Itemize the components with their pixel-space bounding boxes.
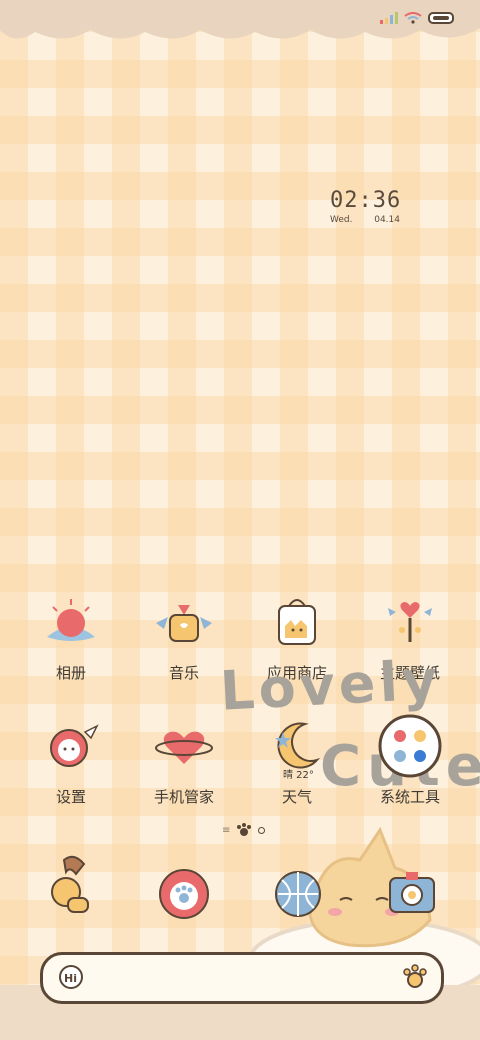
- wifi-icon: [404, 12, 422, 24]
- clock-time: 02:36: [330, 188, 402, 213]
- app-label: 手机管家: [153, 788, 214, 806]
- heart-wand-icon: [378, 590, 442, 654]
- hi-icon[interactable]: Hi: [57, 963, 85, 995]
- shopping-bag-icon: [265, 590, 329, 654]
- app-settings[interactable]: 设置: [21, 714, 121, 807]
- app-photos[interactable]: 相册: [21, 590, 121, 683]
- cat-ball-icon: [39, 714, 103, 778]
- app-system-tools[interactable]: 系统工具: [360, 714, 460, 807]
- paw-icon[interactable]: [401, 963, 429, 995]
- paw-planet-icon: [159, 869, 209, 919]
- app-phone-manager[interactable]: 手机管家: [134, 714, 234, 807]
- app-weather[interactable]: 天气: [247, 714, 347, 807]
- app-label: 相册: [55, 664, 86, 682]
- status-bar: [380, 12, 456, 24]
- heart-planet-icon: [152, 714, 216, 778]
- dock-messages[interactable]: [154, 864, 218, 928]
- dock-browser[interactable]: [268, 864, 332, 928]
- phone-cat-icon: [51, 855, 89, 913]
- search-bar[interactable]: Hi: [40, 952, 444, 1004]
- top-cloud-decoration: [0, 0, 480, 39]
- app-label: 设置: [55, 788, 86, 806]
- clock-date: Wed. 04.14: [330, 215, 400, 225]
- camera-icon: [389, 872, 435, 913]
- lovely-decor-text: Lovely: [218, 648, 443, 723]
- music-cat-icon: [152, 590, 216, 654]
- clock-day: 04.14: [374, 215, 400, 225]
- svg-text:Hi: Hi: [64, 972, 77, 985]
- dock-phone[interactable]: [40, 854, 104, 918]
- sun-icon: [39, 590, 103, 654]
- clock-weekday: Wed.: [330, 215, 353, 225]
- weather-temperature: 晴 22°: [283, 770, 314, 781]
- dock-camera[interactable]: [382, 864, 446, 928]
- signal-icon: [380, 12, 398, 24]
- clock-widget[interactable]: 02:36 Wed. 04.14: [330, 188, 400, 225]
- battery-icon: [428, 12, 454, 24]
- ball-icon: [275, 871, 321, 917]
- folder-icon: [378, 714, 442, 778]
- app-label: 天气: [281, 788, 312, 806]
- app-label: 系统工具: [379, 788, 440, 806]
